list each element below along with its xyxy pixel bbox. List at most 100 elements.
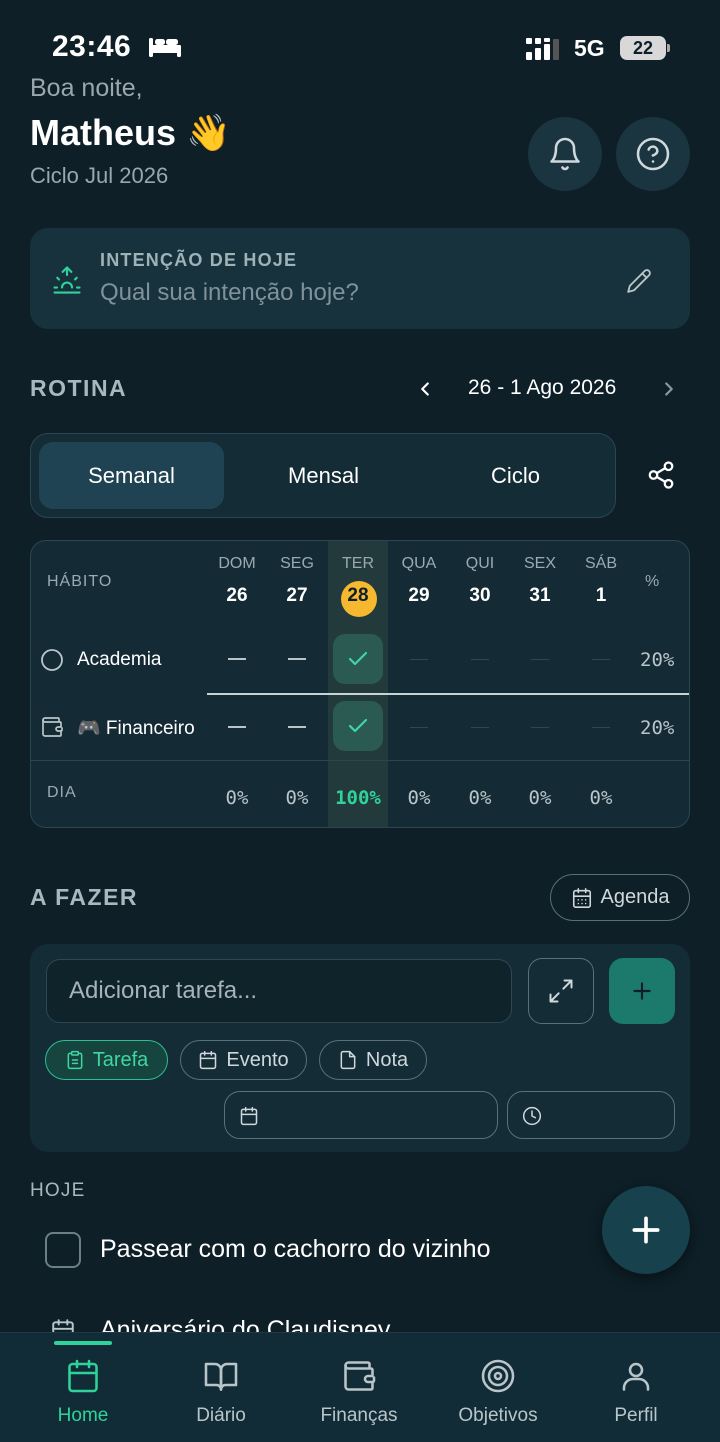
day-header: QUA	[401, 555, 437, 572]
chip-label: Evento	[226, 1048, 289, 1071]
habit-cell-future	[471, 727, 489, 728]
day-number[interactable]: 27	[267, 585, 327, 607]
calendar-icon	[198, 1050, 218, 1070]
pencil-icon[interactable]	[626, 268, 652, 294]
habit-percent: 20%	[640, 717, 675, 739]
wallet-icon	[341, 1357, 377, 1395]
nav-perfil[interactable]: Perfil	[566, 1333, 706, 1442]
add-task-button[interactable]	[609, 958, 675, 1024]
nav-label: Perfil	[614, 1405, 658, 1426]
notifications-button[interactable]	[528, 117, 602, 191]
habit-cell-empty[interactable]	[288, 726, 306, 728]
nav-label: Objetivos	[458, 1405, 538, 1426]
intention-label: INTENÇÃO DE HOJE	[100, 250, 298, 270]
help-icon	[635, 136, 671, 172]
day-percent: 0%	[528, 787, 552, 809]
habit-column-header: HÁBITO	[47, 573, 113, 590]
day-percent: 0%	[589, 787, 613, 809]
check-icon	[346, 647, 370, 671]
greeting-text: Boa noite,	[30, 74, 143, 102]
battery-level: 22	[620, 36, 666, 60]
habit-percent: 20%	[640, 649, 675, 671]
period-segmented-control: Semanal Mensal Ciclo	[30, 433, 616, 518]
circle-icon[interactable]	[40, 648, 64, 672]
chevron-right-icon[interactable]	[658, 376, 680, 402]
clipboard-icon	[65, 1050, 85, 1070]
expand-icon	[547, 977, 575, 1005]
target-icon	[480, 1357, 516, 1395]
network-label: 5G	[574, 35, 605, 61]
tab-ciclo[interactable]: Ciclo	[423, 442, 608, 509]
nav-label: Finanças	[320, 1405, 398, 1426]
intention-input[interactable]: Qual sua intenção hoje?	[100, 279, 359, 307]
chip-nota[interactable]: Nota	[319, 1040, 427, 1080]
bell-icon	[547, 136, 583, 172]
habit-cell-future	[531, 727, 549, 728]
day-header: SEG	[280, 555, 314, 572]
habit-cell-future	[410, 659, 428, 660]
nav-home[interactable]: Home	[13, 1333, 153, 1442]
agenda-label: Agenda	[600, 886, 670, 908]
habit-cell-empty[interactable]	[228, 658, 246, 660]
habit-cell-future	[592, 659, 610, 660]
day-number[interactable]: 30	[450, 585, 510, 607]
nav-financas[interactable]: Finanças	[289, 1333, 429, 1442]
habit-cell-future	[410, 727, 428, 728]
habit-cell-empty[interactable]	[288, 658, 306, 660]
battery-icon: 22	[620, 36, 670, 60]
chip-tarefa[interactable]: Tarefa	[45, 1040, 168, 1080]
chip-label: Tarefa	[92, 1048, 149, 1071]
todo-title: A FAZER	[30, 884, 139, 910]
nav-label: Diário	[196, 1405, 246, 1426]
habit-name[interactable]: 🎮 Financeiro	[77, 716, 195, 740]
row-divider	[31, 760, 689, 761]
chevron-left-icon[interactable]	[414, 376, 436, 402]
day-number-today[interactable]: 28	[328, 585, 388, 607]
expand-button[interactable]	[528, 958, 594, 1024]
status-time: 23:46	[52, 30, 132, 63]
habit-cell-checked[interactable]	[333, 634, 383, 684]
day-row-label: DIA	[47, 784, 77, 801]
time-field[interactable]	[507, 1091, 675, 1139]
cycle-label: Ciclo Jul 2026	[30, 163, 169, 188]
chip-evento[interactable]: Evento	[180, 1040, 307, 1080]
habit-table: HÁBITO % DOM 26 SEG 27 TER 28 QUA 29 QUI…	[30, 540, 690, 828]
help-button[interactable]	[616, 117, 690, 191]
plus-icon	[626, 1210, 666, 1250]
day-header: SEX	[523, 555, 556, 572]
date-field[interactable]	[224, 1091, 498, 1139]
day-header: DOM	[218, 555, 256, 572]
add-task-input[interactable]: Adicionar tarefa...	[46, 959, 512, 1023]
habit-name[interactable]: Academia	[77, 649, 162, 671]
check-icon	[346, 714, 370, 738]
day-header: TER	[342, 555, 374, 572]
nav-objetivos[interactable]: Objetivos	[428, 1333, 568, 1442]
percent-column-header: %	[645, 573, 661, 590]
calendar-icon	[65, 1357, 101, 1395]
day-percent-today: 100%	[335, 787, 381, 809]
day-number[interactable]: 1	[571, 585, 631, 607]
agenda-button[interactable]: Agenda	[550, 874, 690, 921]
fab-add-button[interactable]	[602, 1186, 690, 1274]
row-divider	[207, 693, 689, 695]
habit-cell-checked[interactable]	[333, 701, 383, 751]
day-number[interactable]: 26	[207, 585, 267, 607]
chip-label: Nota	[365, 1048, 409, 1071]
tab-mensal[interactable]: Mensal	[231, 442, 416, 509]
task-checkbox[interactable]	[45, 1232, 81, 1268]
share-icon[interactable]	[646, 460, 676, 490]
habit-cell-future	[471, 659, 489, 660]
calendar-icon	[571, 887, 593, 909]
day-number[interactable]: 29	[389, 585, 449, 607]
day-number[interactable]: 31	[510, 585, 570, 607]
day-header: SÁB	[584, 555, 617, 572]
nav-diario[interactable]: Diário	[151, 1333, 291, 1442]
tab-semanal[interactable]: Semanal	[39, 442, 224, 509]
nav-active-indicator	[54, 1341, 112, 1345]
note-icon	[338, 1050, 358, 1070]
date-range: 26 - 1 Ago 2026	[468, 376, 617, 399]
task-text[interactable]: Passear com o cachorro do vizinho	[100, 1235, 490, 1264]
day-header: QUI	[465, 555, 495, 572]
habit-cell-empty[interactable]	[228, 726, 246, 728]
day-percent: 0%	[407, 787, 431, 809]
